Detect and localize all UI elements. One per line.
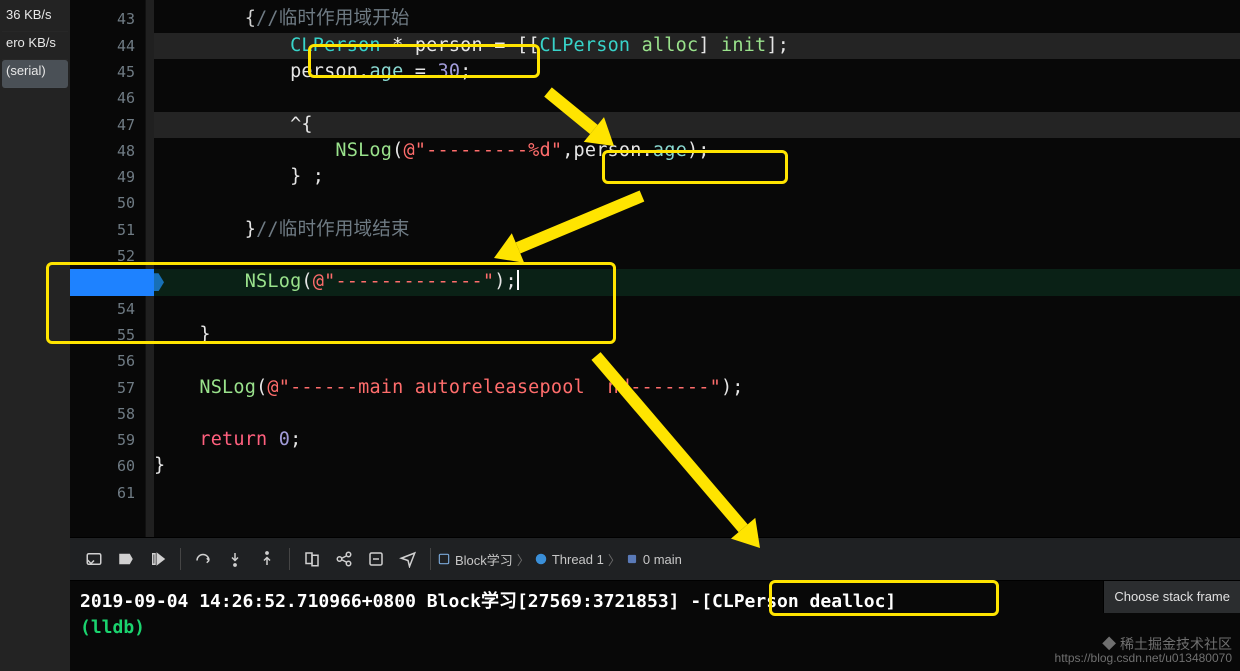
debug-hierarchy-icon[interactable]: [298, 545, 326, 573]
watermark: ◆ 稀土掘金技术社区 https://blog.csdn.net/u013480…: [1055, 637, 1232, 665]
hide-debug-icon[interactable]: [80, 545, 108, 573]
code-line[interactable]: NSLog(@"------main autoreleasepool nd---…: [154, 375, 1240, 401]
code-line[interactable]: return 0;: [154, 427, 1240, 453]
console-line: 2019-09-04 14:26:52.710966+0800 Block学习[…: [80, 589, 1230, 615]
line-number[interactable]: 54: [85, 296, 135, 322]
debug-breadcrumb[interactable]: Block学习 〉 Thread 1 〉 0 main: [437, 550, 682, 569]
code-line[interactable]: {//临时作用域开始: [154, 6, 1240, 32]
code-line[interactable]: ^{: [154, 112, 1240, 138]
watermark-logo-icon: ◆: [1102, 636, 1116, 652]
line-number[interactable]: 44: [85, 33, 135, 59]
debug-toolbar: Block学习 〉 Thread 1 〉 0 main: [70, 537, 1240, 581]
step-over-icon[interactable]: [189, 545, 217, 573]
breakpoints-toggle-icon[interactable]: [112, 545, 140, 573]
code-line[interactable]: CLPerson * person = [[CLPerson alloc] in…: [154, 33, 1240, 59]
line-number[interactable]: 48: [85, 138, 135, 164]
code-line[interactable]: NSLog(@"-------------");: [154, 269, 1240, 295]
code-line[interactable]: [154, 190, 1240, 216]
code-line[interactable]: }//临时作用域结束: [154, 217, 1240, 243]
code-line[interactable]: } ;: [154, 164, 1240, 190]
line-number[interactable]: 56: [85, 348, 135, 374]
choose-stack-frame-button[interactable]: Choose stack frame: [1103, 581, 1240, 613]
sidebar-row: 36 KB/s: [2, 4, 68, 32]
code-line[interactable]: [154, 480, 1240, 506]
line-number[interactable]: 47: [85, 112, 135, 138]
step-out-icon[interactable]: [253, 545, 281, 573]
line-number[interactable]: 43: [85, 6, 135, 32]
line-number[interactable]: 49: [85, 164, 135, 190]
code-area[interactable]: {//临时作用域开始 CLPerson * person = [[CLPerso…: [154, 0, 1240, 537]
line-number[interactable]: 45: [85, 59, 135, 85]
code-line[interactable]: [154, 348, 1240, 374]
code-line[interactable]: NSLog(@"---------%d",person.age);: [154, 138, 1240, 164]
override-env-icon[interactable]: [362, 545, 390, 573]
line-number[interactable]: 59: [85, 427, 135, 453]
line-number[interactable]: 55: [85, 322, 135, 348]
line-number[interactable]: 52: [85, 243, 135, 269]
line-number[interactable]: 57: [85, 375, 135, 401]
continue-icon[interactable]: [144, 545, 172, 573]
sidebar-row[interactable]: (serial): [2, 60, 68, 88]
code-line[interactable]: person.age = 30;: [154, 59, 1240, 85]
code-line[interactable]: [154, 296, 1240, 322]
crumb-project[interactable]: Block学习: [455, 550, 513, 569]
line-number[interactable]: 60: [85, 453, 135, 479]
code-line[interactable]: [154, 401, 1240, 427]
line-number[interactable]: 46: [85, 85, 135, 111]
left-sidebar: 36 KB/s ero KB/s (serial): [0, 0, 70, 671]
line-number[interactable]: 50: [85, 190, 135, 216]
step-into-icon[interactable]: [221, 545, 249, 573]
memory-graph-icon[interactable]: [330, 545, 358, 573]
simulate-location-icon[interactable]: [394, 545, 422, 573]
code-editor[interactable]: 4243444546474849505152535455565758596061…: [70, 0, 1240, 537]
crumb-thread[interactable]: Thread 1: [552, 552, 604, 567]
crumb-frame[interactable]: 0 main: [643, 552, 682, 567]
line-number[interactable]: 51: [85, 217, 135, 243]
line-number[interactable]: 58: [85, 401, 135, 427]
sidebar-row: ero KB/s: [2, 32, 68, 60]
code-line[interactable]: [154, 85, 1240, 111]
line-number[interactable]: 61: [85, 480, 135, 506]
code-line[interactable]: [154, 243, 1240, 269]
code-line[interactable]: }: [154, 322, 1240, 348]
code-line[interactable]: }: [154, 453, 1240, 479]
